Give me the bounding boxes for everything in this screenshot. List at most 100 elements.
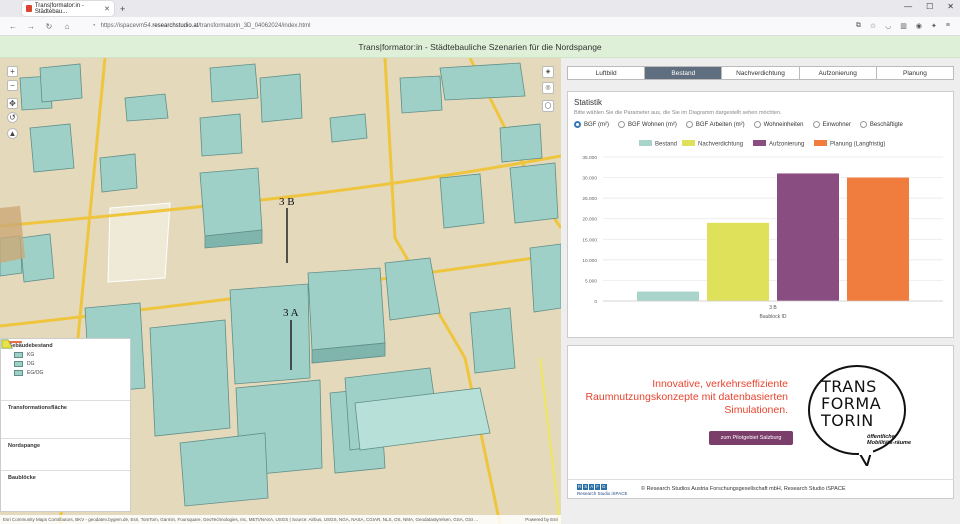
rsa-box-a: A — [589, 484, 595, 490]
browser-navbar: ← → ↻ ⌂ ◔ https://ispacevm54. researchstu… — [0, 17, 960, 36]
browser-tab-title: Trans|formator:in - Städtebau... — [34, 2, 84, 15]
account-icon[interactable]: ◉ — [916, 22, 922, 30]
x-tick-label: 3 B — [769, 305, 777, 311]
y-tick-label: 0 — [594, 299, 597, 305]
page-title: Trans|formator:in - Städtebauliche Szena… — [358, 41, 602, 52]
legend-swatch-3 — [814, 140, 827, 146]
minimize-button[interactable]: — — [904, 2, 912, 11]
legend-swatch-1 — [682, 140, 695, 146]
bar-chart: Bestand Nachverdichtung Aufzonierung Planun… — [582, 140, 943, 320]
x-axis-label: Baublock ID — [760, 314, 787, 320]
map-view[interactable]: 3 B 3 A + − ✥ ↺ ▲ ◈ ◎ ◯ Gebäudebestand K… — [0, 58, 561, 524]
bookmark-star-icon[interactable]: ☆ — [870, 22, 876, 30]
radio-bgf[interactable]: BGF (m²) — [574, 121, 609, 128]
legend-item-dg: DG — [27, 361, 35, 367]
rsa-box-g: G — [601, 484, 607, 490]
radio-bgf-dot[interactable] — [574, 121, 581, 128]
tab-nachverdichtung[interactable]: Nachverdichtung — [722, 67, 800, 79]
legend-label-0: Bestand — [655, 142, 677, 148]
pocket-icon[interactable]: ◡ — [885, 22, 891, 30]
radio-bgf-wohnen[interactable]: BGF Wohnen (m²) — [618, 121, 677, 128]
y-tick-label: 10.000 — [582, 258, 597, 264]
close-window-button[interactable]: ✕ — [947, 2, 954, 11]
pan-icon[interactable]: ✥ — [7, 98, 18, 109]
bar-aufzonierung — [777, 173, 839, 301]
radio-bgf-arbeiten-label: BGF Arbeiten (m²) — [695, 121, 745, 128]
legend-label-2: Aufzonierung — [769, 142, 804, 148]
tab-close-icon[interactable]: ✕ — [104, 5, 110, 13]
radio-einwohner[interactable]: Einwohner — [812, 121, 851, 128]
legend-transformation-title: Transformationsfläche — [8, 405, 67, 411]
statistics-subtitle: Bitte wählen Sie die Parameter aus, die … — [574, 110, 782, 116]
tab-aufzonierung[interactable]: Aufzonierung — [799, 67, 877, 79]
back-icon[interactable]: ← — [8, 22, 18, 31]
radio-beschaeftigte[interactable]: Beschäftigte — [859, 121, 903, 128]
copyright-text: © Research Studios Austria Forschungsges… — [641, 486, 846, 492]
rsa-box-s: S — [583, 484, 589, 490]
y-tick-label: 30.000 — [582, 176, 597, 182]
reload-icon[interactable]: ↻ — [44, 22, 54, 31]
radio-bgf-wohnen-dot[interactable] — [618, 121, 625, 128]
promo-headline: Innovative, verkehrseffiziente Raumnutzu… — [585, 378, 788, 416]
radio-bgf-label: BGF (m²) — [584, 121, 609, 128]
view-icon[interactable]: ◯ — [542, 100, 554, 112]
block-label-3a: 3 A — [283, 307, 299, 319]
zoom-out-button[interactable]: − — [7, 80, 18, 91]
logo-wordmark: TRANS FORMA TORIN — [821, 378, 881, 429]
legend-swatch-kg — [14, 352, 23, 358]
radio-bgf-arbeiten-dot[interactable] — [685, 121, 693, 128]
rsa-box-r: R — [577, 484, 583, 490]
app-header: Trans|formator:in - Städtebauliche Szena… — [0, 36, 960, 58]
transformatorin-logo: TRANS FORMA TORIN öffentlicher Mobilität… — [805, 362, 915, 469]
new-tab-button[interactable]: + — [120, 4, 125, 14]
logo-line-1: TRANS — [821, 377, 877, 396]
browser-tab[interactable]: Trans|formator:in - Städtebau... ✕ — [22, 1, 114, 16]
rsa-box-f: F — [595, 484, 601, 490]
radio-einwohner-label: Einwohner — [822, 121, 851, 128]
compass-icon[interactable]: ▲ — [7, 128, 18, 139]
radio-beschaeftigte-dot[interactable] — [859, 121, 867, 128]
layers-icon[interactable]: ◈ — [542, 66, 554, 78]
scenario-tabs: Luftbild Bestand Nachverdichtung Aufzoni… — [567, 66, 954, 80]
parameter-radio-group: BGF (m²) BGF Wohnen (m²) BGF Arbeiten (m… — [574, 121, 903, 128]
radio-bgf-arbeiten[interactable]: BGF Arbeiten (m²) — [685, 121, 745, 128]
radio-einwohner-dot[interactable] — [812, 121, 820, 128]
baublock-icon — [1, 339, 13, 349]
powered-by-esri[interactable]: Powered by Esri — [525, 515, 558, 524]
tab-bestand[interactable]: Bestand — [645, 67, 723, 79]
menu-icon[interactable]: ≡ — [946, 22, 950, 30]
radio-wohneinheiten[interactable]: Wohneinheiten — [753, 121, 804, 128]
tab-planung[interactable]: Planung — [876, 67, 954, 79]
legend-label-3: Planung (Langfristig) — [830, 142, 885, 148]
url-host: researchstudio.at — [152, 23, 199, 29]
extensions-icon[interactable]: ✦ — [931, 22, 937, 30]
map-legend: Gebäudebestand KG DG EG/OG Transformatio… — [0, 338, 131, 512]
bar-planung-langfristig- — [847, 177, 909, 301]
basemap-icon[interactable]: ◎ — [542, 82, 554, 94]
logo-line-2: FORMA — [821, 394, 882, 413]
promo-divider — [568, 479, 954, 480]
library-icon[interactable]: ▥ — [900, 22, 907, 30]
legend-label-1: Nachverdichtung — [698, 142, 743, 148]
legend-item-egog: EG/OG — [27, 370, 44, 376]
url-prefix: https://ispacevm54. — [100, 23, 153, 29]
url-path: /transformatorin_3D_04062024/index.html — [198, 23, 311, 29]
tab-luftbild[interactable]: Luftbild — [568, 67, 646, 79]
legend-swatch-2 — [753, 140, 766, 146]
maximize-button[interactable]: ☐ — [926, 2, 933, 11]
forward-icon[interactable]: → — [26, 22, 36, 31]
y-tick-label: 5.000 — [585, 278, 597, 284]
legend-nordspange-title: Nordspange — [8, 443, 41, 449]
translate-icon[interactable]: ⧉ — [856, 22, 861, 30]
pilot-salzburg-button[interactable]: zum Pilotgebiet Salzburg — [709, 431, 793, 445]
y-tick-label: 15.000 — [582, 237, 597, 243]
radio-wohneinheiten-dot[interactable] — [753, 121, 761, 128]
legend-swatch-egog — [14, 370, 23, 376]
y-tick-label: 20.000 — [582, 217, 597, 223]
zoom-in-button[interactable]: + — [7, 66, 18, 77]
legend-baubloecke-title: Baublöcke — [8, 475, 36, 481]
address-bar[interactable]: ◔ https://ispacevm54. researchstudio.at/t… — [92, 20, 832, 33]
bar-bestand — [637, 291, 699, 301]
home-icon[interactable]: ⌂ — [62, 22, 72, 31]
rotate-icon[interactable]: ↺ — [7, 112, 18, 123]
